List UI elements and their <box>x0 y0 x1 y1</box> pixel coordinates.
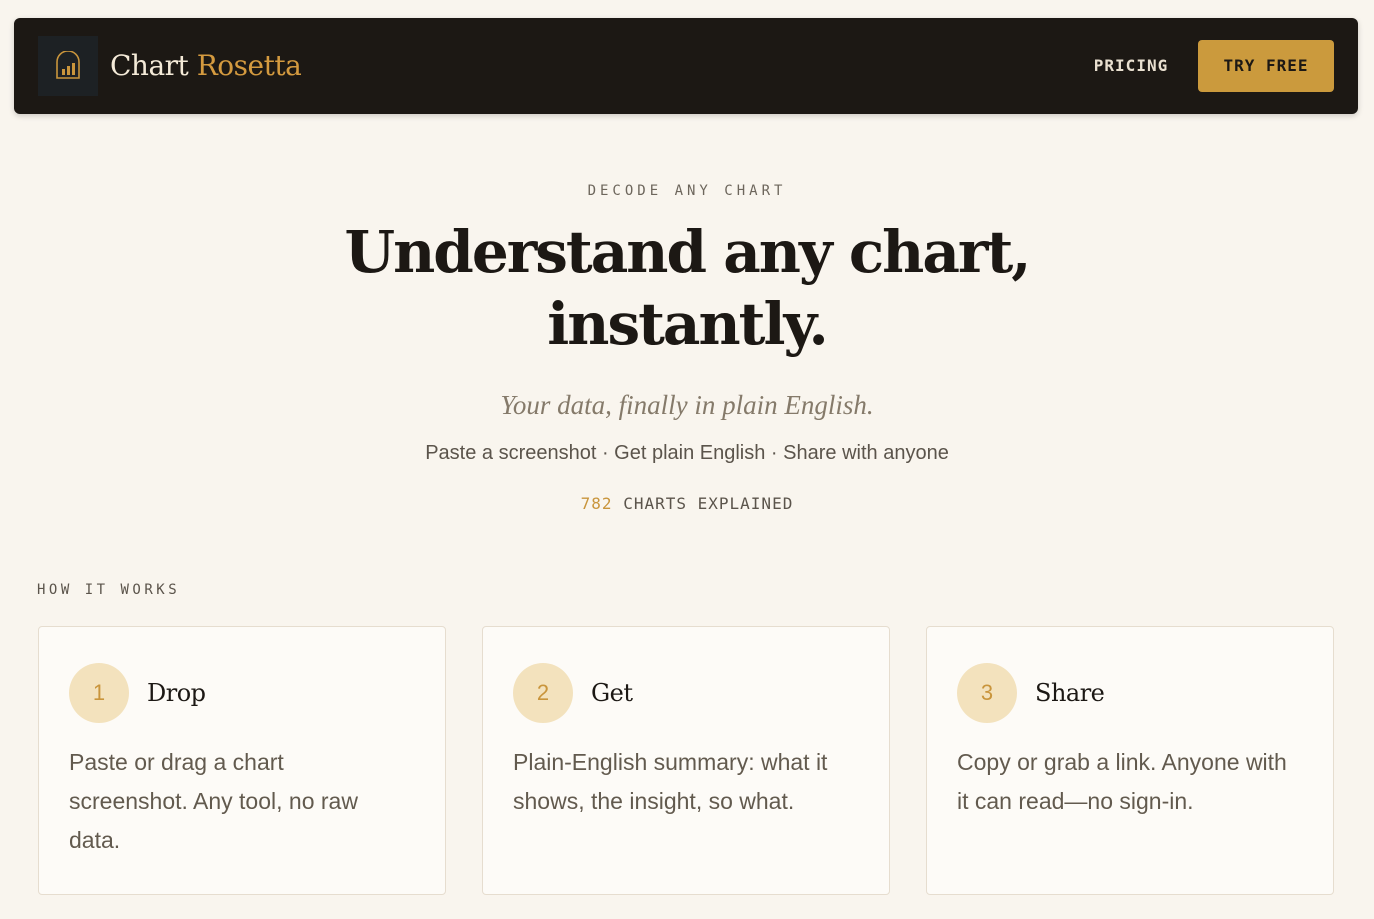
section-label: HOW IT WORKS <box>37 582 181 598</box>
step-card-get: 2 Get Plain-English summary: what it sho… <box>482 626 890 895</box>
step-description: Copy or grab a link. Anyone with it can … <box>957 749 1287 814</box>
counter-label: CHARTS EXPLAINED <box>623 494 794 513</box>
step-title: Drop <box>147 679 206 707</box>
hero-title-line-1: Understand any chart, <box>344 218 1032 286</box>
logo-box[interactable] <box>38 36 98 96</box>
step-description: Plain-English summary: what it shows, th… <box>513 749 828 814</box>
step-number-badge: 2 <box>513 663 573 723</box>
step-card-drop: 1 Drop Paste or drag a chart screenshot.… <box>38 626 446 895</box>
step-card-share: 3 Share Copy or grab a link. Anyone with… <box>926 626 1334 895</box>
step-title: Get <box>591 679 633 707</box>
charts-counter: 782 CHARTS EXPLAINED <box>0 493 1374 515</box>
hero-title-line-2: instantly. <box>547 290 828 358</box>
hero-title: Understand any chart, instantly. <box>0 216 1374 360</box>
bar-chart-icon <box>56 51 80 79</box>
nav-link-pricing[interactable]: PRICING <box>1076 52 1186 80</box>
hero-eyebrow: DECODE ANY CHART <box>587 183 787 199</box>
hero-steps-line: Paste a screenshot · Get plain English ·… <box>425 442 949 464</box>
try-free-button[interactable]: TRY FREE <box>1198 40 1334 92</box>
step-title: Share <box>1035 679 1105 707</box>
hero-subtitle: Your data, finally in plain English. <box>500 390 874 420</box>
step-number-badge: 1 <box>69 663 129 723</box>
top-navbar: Chart Rosetta PRICING TRY FREE <box>14 18 1358 114</box>
step-number-badge: 3 <box>957 663 1017 723</box>
brand-accent: Rosetta <box>196 49 302 82</box>
brand-primary: Chart <box>110 49 189 82</box>
brand-name[interactable]: Chart Rosetta <box>110 46 302 86</box>
counter-value: 782 <box>580 494 613 513</box>
step-description: Paste or drag a chart screenshot. Any to… <box>69 749 358 853</box>
